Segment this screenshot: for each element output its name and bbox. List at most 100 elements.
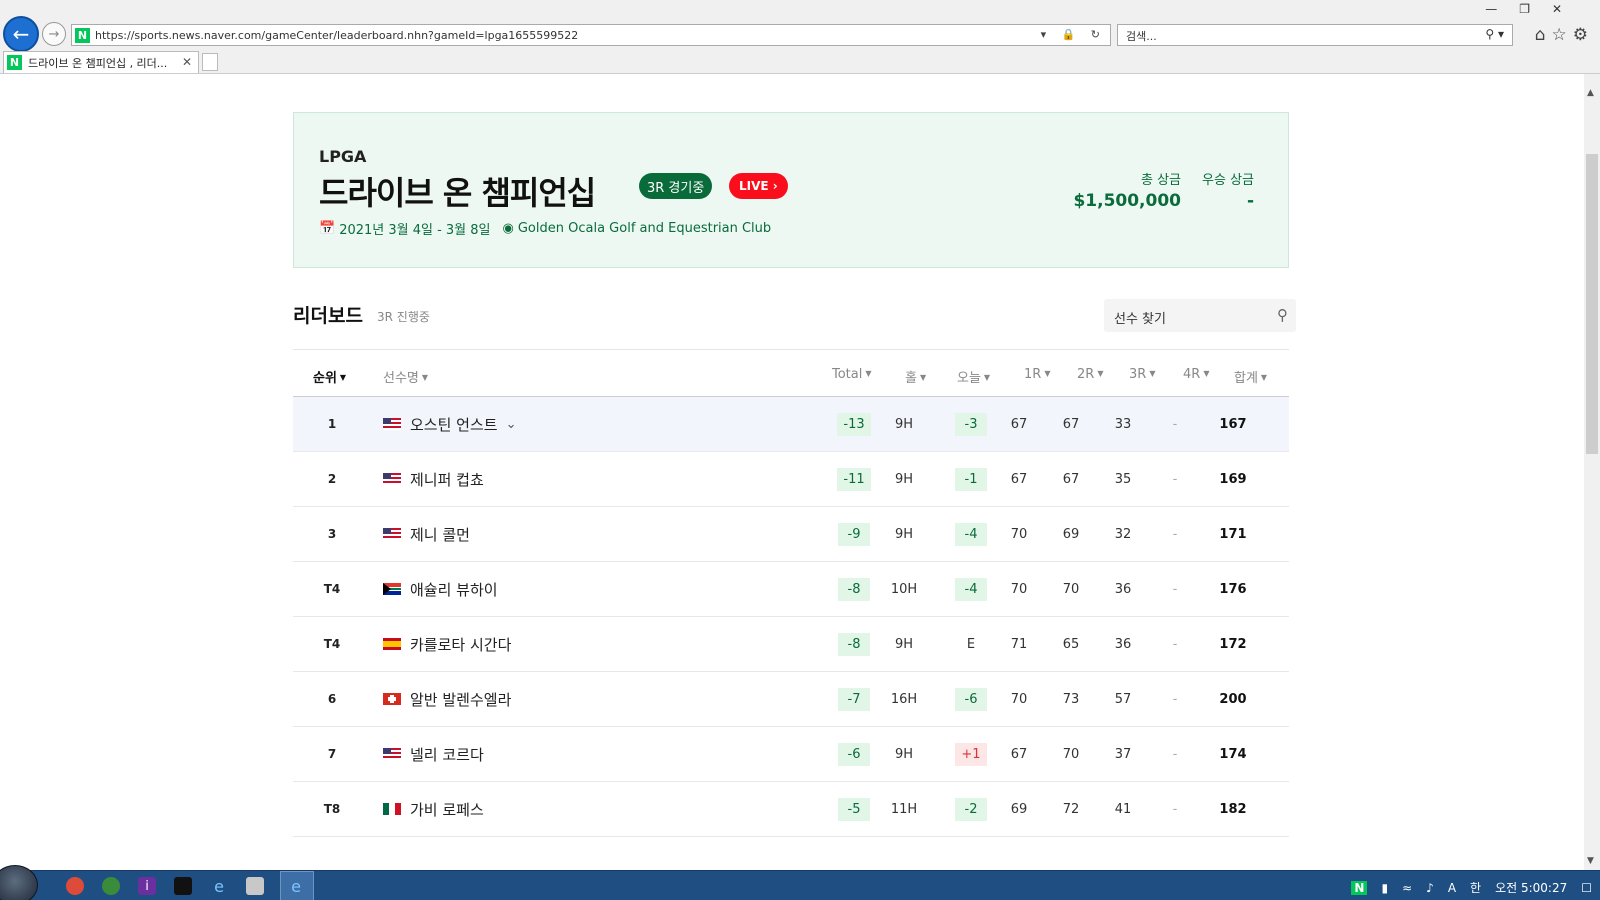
clock[interactable]: 오전 5:00:27: [1495, 879, 1567, 896]
browser-tab[interactable]: N 드라이브 온 챔피언십 , 리더... ✕: [3, 51, 199, 73]
player-name[interactable]: 제니퍼 컵쵸: [410, 469, 484, 490]
hole-cell: 10H: [890, 581, 918, 597]
ime-mode[interactable]: A: [1448, 881, 1456, 895]
search-icon[interactable]: ⚲ ▾: [1485, 27, 1504, 41]
rank-cell: 1: [327, 417, 337, 431]
player-name[interactable]: 알반 발렌수엘라: [410, 689, 511, 710]
player-name[interactable]: 카를로타 시간다: [410, 634, 511, 655]
league-label: LPGA: [319, 147, 367, 166]
table-row[interactable]: 3 제니 콜먼 -9 9H -4 70 69 32 - 171: [293, 507, 1289, 562]
col-player[interactable]: 선수명 ▼: [383, 367, 428, 386]
total-prize-label: 총 상금: [1140, 173, 1181, 188]
player-cell[interactable]: 제니 콜먼: [383, 507, 683, 561]
chevron-down-icon[interactable]: ⌄: [506, 417, 517, 432]
r2-cell: 67: [1062, 471, 1080, 487]
col-r2[interactable]: 2R ▼: [1077, 367, 1103, 382]
address-controls[interactable]: ▾ 🔒 ↻: [1041, 28, 1106, 41]
start-button[interactable]: [0, 865, 38, 900]
live-button[interactable]: LIVE ›: [729, 173, 788, 199]
col-hole[interactable]: 홀 ▼: [905, 367, 926, 386]
col-r1[interactable]: 1R ▼: [1024, 367, 1050, 382]
window-app-icon[interactable]: [246, 877, 264, 895]
system-tray: N ▮ ≈ ♪ A 한 오전 5:00:27 ☐: [1337, 879, 1592, 896]
browser-tools[interactable]: ⌂☆⚙: [1535, 25, 1594, 45]
table-row[interactable]: T8 가비 로페스 -5 11H -2 69 72 41 - 182: [293, 782, 1289, 837]
tray-naver-icon[interactable]: N: [1351, 880, 1368, 895]
search-icon[interactable]: ⚲: [1277, 306, 1288, 324]
player-name[interactable]: 넬리 코르다: [410, 744, 484, 765]
player-cell[interactable]: 가비 로페스: [383, 782, 683, 836]
winner-prize-value: -: [1246, 191, 1254, 211]
col-r3[interactable]: 3R ▼: [1129, 367, 1155, 382]
leaderboard-title: 리더보드: [293, 305, 363, 327]
globe-app-icon[interactable]: [102, 877, 120, 895]
today-cell: +1: [941, 727, 1001, 781]
sort-caret-icon: ▼: [421, 373, 429, 382]
r1-cell: 70: [1010, 581, 1028, 597]
terminal-app-icon[interactable]: [174, 877, 192, 895]
table-header: 순위 ▼ 선수명 ▼ Total ▼ 홀 ▼ 오늘 ▼ 1R ▼ 2R ▼ 3R ▼ 4R ▼ 합…: [293, 349, 1289, 397]
notification-icon[interactable]: ☐: [1581, 881, 1592, 895]
hole-cell: 11H: [890, 801, 918, 817]
col-player-label: 선수명: [383, 371, 419, 386]
today-cell: -2: [941, 782, 1001, 836]
sort-caret-icon: ▼: [919, 373, 927, 382]
col-today[interactable]: 오늘 ▼: [957, 367, 990, 386]
scroll-down-icon[interactable]: ▼: [1587, 856, 1594, 866]
ie-active-icon: e: [291, 876, 301, 896]
player-name[interactable]: 오스틴 언스트: [410, 414, 498, 435]
back-button[interactable]: ←: [3, 16, 39, 52]
player-name[interactable]: 가비 로페스: [410, 799, 484, 820]
network-icon[interactable]: ≈: [1402, 881, 1412, 895]
col-r4[interactable]: 4R ▼: [1183, 367, 1209, 382]
player-cell[interactable]: 제니퍼 컵쵸: [383, 452, 683, 506]
url-text[interactable]: https://sports.news.naver.com/gameCenter…: [95, 29, 578, 42]
table-row[interactable]: 7 넬리 코르다 -6 9H +1 67 70 37 - 174: [293, 727, 1289, 782]
forward-button[interactable]: →: [42, 22, 66, 46]
player-cell[interactable]: 넬리 코르다: [383, 727, 683, 781]
player-cell[interactable]: 애슐리 뷰하이: [383, 562, 683, 616]
player-cell[interactable]: 알반 발렌수엘라: [383, 672, 683, 726]
ie-icon[interactable]: e: [210, 877, 228, 896]
new-tab-button[interactable]: [202, 53, 218, 71]
total-score: -13: [837, 412, 871, 436]
r1-cell: 69: [1010, 801, 1028, 817]
chrome-icon[interactable]: [66, 877, 84, 895]
r3-cell: 33: [1114, 416, 1132, 432]
r2-cell: 67: [1062, 416, 1080, 432]
game-dates: 2021년 3월 4일 - 3월 8일: [339, 223, 491, 238]
table-row[interactable]: 6 알반 발렌수엘라 -7 16H -6 70 73 57 - 200: [293, 672, 1289, 727]
table-row[interactable]: 1 오스틴 언스트 ⌄ -13 9H -3 67 67 33 - 167: [293, 397, 1289, 452]
player-cell[interactable]: 카를로타 시간다: [383, 617, 683, 671]
total-score: -8: [838, 577, 870, 601]
total-cell: -8: [824, 562, 884, 616]
browser-search-input[interactable]: 검색... ⚲ ▾: [1117, 24, 1513, 46]
address-bar[interactable]: N https://sports.news.naver.com/gameCent…: [71, 24, 1111, 46]
player-name[interactable]: 제니 콜먼: [410, 524, 470, 545]
table-row[interactable]: 2 제니퍼 컵쵸 -11 9H -1 67 67 35 - 169: [293, 452, 1289, 507]
table-row[interactable]: T4 애슐리 뷰하이 -8 10H -4 70 70 36 - 176: [293, 562, 1289, 617]
player-name[interactable]: 애슐리 뷰하이: [410, 579, 498, 600]
col-rank[interactable]: 순위 ▼: [313, 367, 346, 386]
today-cell: E: [941, 617, 1001, 671]
col-sum[interactable]: 합계 ▼: [1234, 367, 1267, 386]
info-app-icon[interactable]: i: [138, 877, 156, 895]
table-row[interactable]: T4 카를로타 시간다 -8 9H E 71 65 36 - 172: [293, 617, 1289, 672]
total-cell: -13: [824, 397, 884, 451]
today-score: -1: [955, 467, 987, 491]
scroll-up-icon[interactable]: ▲: [1587, 88, 1594, 98]
us-flag-icon: [383, 418, 401, 430]
tab-close-icon[interactable]: ✕: [182, 55, 192, 69]
round-status-badge: 3R 경기중: [639, 173, 713, 199]
player-cell[interactable]: 오스틴 언스트 ⌄: [383, 397, 683, 451]
battery-icon[interactable]: ▮: [1381, 881, 1388, 895]
player-search-input[interactable]: 선수 찾기 ⚲: [1104, 299, 1296, 332]
scroll-thumb[interactable]: [1586, 154, 1598, 454]
game-title: 드라이브 온 챔피언십: [319, 174, 596, 212]
us-flag-icon: [383, 473, 401, 485]
vertical-scrollbar[interactable]: ▲ ▼: [1584, 74, 1600, 870]
volume-icon[interactable]: ♪: [1426, 881, 1434, 895]
window-controls[interactable]: —❐✕: [1485, 2, 1584, 16]
col-total[interactable]: Total ▼: [832, 367, 872, 382]
language-indicator[interactable]: 한: [1470, 879, 1481, 896]
